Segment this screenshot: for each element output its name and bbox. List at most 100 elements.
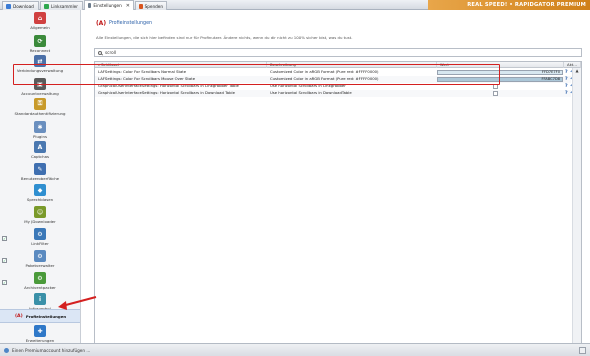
sidebar-item-label: Reconnect: [29, 48, 51, 53]
archive-icon: ⚙: [34, 272, 46, 284]
sidebar-item-label: Captchas: [30, 154, 50, 159]
setting-description: Use horizontal Scrollbars in Linkgrabber: [270, 83, 346, 88]
sidebar-item-package[interactable]: ⚙ Paketverwalter: [0, 250, 80, 268]
help-icon[interactable]: ?: [565, 91, 569, 96]
donate-icon: [139, 3, 143, 9]
sidebar-item-label: Plugins: [33, 134, 47, 139]
sidebar-item-advanced[interactable]: (A) Profieinstellungen: [0, 309, 80, 323]
tab-donate[interactable]: Spenden: [135, 1, 167, 10]
table-row[interactable]: GraphicalUserInterfaceSettings: Horizont…: [95, 90, 574, 97]
search-input[interactable]: scroll: [94, 48, 582, 57]
color-value-text: FFABC7D8: [541, 77, 560, 82]
status-toggle[interactable]: [579, 347, 586, 354]
advanced-icon: (A): [14, 313, 23, 319]
setting-key: GraphicalUserInterfaceSettings: Horizont…: [98, 83, 239, 88]
tab-label: Spenden: [144, 3, 163, 9]
table-row[interactable]: GraphicalUserInterfaceSettings: Horizont…: [95, 83, 574, 90]
setting-description: Customized Color in aRGB Format (Pure re…: [270, 76, 379, 81]
column-value[interactable]: Wert: [437, 62, 564, 68]
page-description: Alle Einstellungen, die sich hier befind…: [96, 35, 353, 40]
close-icon[interactable]: ✕: [126, 3, 130, 9]
setting-key: LAFSettings: Color For Scrollbars Normal…: [98, 69, 187, 74]
tab-label: Einstellungen: [93, 3, 122, 8]
boolean-checkbox[interactable]: [493, 91, 498, 96]
sidebar-item-account[interactable]: ▣ Accountverwaltung: [0, 78, 80, 96]
tab-linkgrabber[interactable]: Linksammler: [40, 1, 83, 10]
sidebar-item-label: LinkFilter: [31, 241, 49, 246]
boolean-checkbox[interactable]: [493, 84, 498, 89]
sidebar-item-label: Standardauthentifizierung: [14, 111, 66, 116]
package-icon: ⚙: [34, 250, 46, 262]
ui-icon: ✎: [34, 163, 46, 175]
enable-checkbox[interactable]: ✓: [2, 236, 7, 241]
help-icon[interactable]: ?: [565, 70, 569, 75]
captcha-icon: A: [34, 141, 46, 153]
help-icon[interactable]: ?: [565, 77, 569, 82]
key-icon: ⚿: [34, 98, 46, 110]
column-key[interactable]: ▾ Schlüssel: [95, 62, 267, 68]
search-value: scroll: [105, 50, 117, 55]
table-row[interactable]: LAFSettings: Color For Scrollbars Mouse …: [95, 76, 574, 83]
extensions-icon: ✚: [34, 325, 46, 337]
sidebar-item-archive[interactable]: ⚙ Archiventpacker: [0, 272, 80, 290]
setting-key: LAFSettings: Color For Scrollbars Mouse …: [98, 76, 196, 81]
search-icon: [98, 50, 102, 55]
account-icon: ▣: [34, 78, 46, 90]
table-header: ▾ Schlüssel Beschreibung Wert Akt...: [95, 62, 581, 68]
setting-description: Use horizontal Scrollbars in DownloadTab…: [270, 90, 352, 95]
setting-key: GraphicalUserInterfaceSettings: Horizont…: [98, 90, 235, 95]
setting-description: Customized Color in aRGB Format (Pure re…: [270, 69, 379, 74]
advanced-settings-panel: (A) Profieinstellungen Alle Einstellunge…: [82, 10, 590, 344]
page-header: (A) Profieinstellungen: [96, 19, 152, 28]
sidebar-item-label: Archiventpacker: [24, 285, 56, 290]
sidebar-item-home[interactable]: ⌂ Allgemein: [0, 12, 80, 30]
home-icon: ⌂: [34, 12, 46, 24]
sidebar-item-label: Benutzeroberfläche: [20, 176, 60, 181]
settings-table: ▾ Schlüssel Beschreibung Wert Akt... LAF…: [94, 61, 582, 344]
network-icon: ⇄: [34, 55, 46, 67]
premium-banner[interactable]: REAL SPEED! • RAPIDGATOR PREMIUM: [428, 0, 590, 10]
bubble-icon: ◆: [34, 184, 46, 196]
sidebar-item-network[interactable]: ⇄ Verbindungsverwaltung: [0, 55, 80, 73]
page-title: Profieinstellungen: [109, 21, 153, 26]
info-icon: i: [34, 293, 46, 305]
settings-sidebar: ⌂ Allgemein ⟳ Reconnect ⇄ Verbindungsverwaltu…: [0, 10, 81, 343]
sidebar-item-label: Profieinstellungen: [25, 314, 67, 319]
table-scrollbar[interactable]: ▲: [572, 68, 581, 344]
sidebar-item-myjd[interactable]: ☺ My JDownloader: [0, 206, 80, 224]
tab-label: Download: [13, 3, 34, 9]
column-description[interactable]: Beschreibung: [267, 62, 437, 68]
color-value-field[interactable]: FFD7E7F0: [437, 69, 563, 75]
download-icon: [6, 3, 11, 9]
tab-download[interactable]: Download: [2, 1, 39, 10]
sidebar-item-bubble[interactable]: ◆ Sprechblasen: [0, 184, 80, 202]
sidebar-item-ui[interactable]: ✎ Benutzeroberfläche: [0, 163, 80, 181]
advanced-icon: (A): [95, 20, 107, 27]
sidebar-item-captcha[interactable]: A Captchas: [0, 141, 80, 159]
tab-settings[interactable]: Einstellungen ✕: [84, 0, 134, 10]
sidebar-item-label: My JDownloader: [24, 219, 56, 224]
sidebar-item-reconnect[interactable]: ⟳ Reconnect: [0, 35, 80, 53]
sidebar-item-label: Paketverwalter: [25, 263, 55, 268]
status-text[interactable]: Einen Premiumaccount hinzufügen ...: [12, 348, 90, 353]
help-icon[interactable]: ?: [565, 84, 569, 89]
color-value-field[interactable]: FFABC7D8: [437, 76, 563, 82]
linkfilter-icon: ⚙: [34, 228, 46, 240]
scroll-up-icon[interactable]: ▲: [573, 68, 581, 74]
account-add-icon[interactable]: [4, 347, 9, 353]
color-value-text: FFD7E7F0: [541, 70, 560, 75]
sidebar-item-label: Sprechblasen: [26, 197, 54, 202]
status-bar: Einen Premiumaccount hinzufügen ...: [0, 343, 590, 356]
reconnect-icon: ⟳: [34, 35, 46, 47]
enable-checkbox[interactable]: ✓: [2, 280, 7, 285]
tab-bar: Download Linksammler Einstellungen ✕ Spe…: [0, 0, 590, 10]
linkgrabber-icon: [44, 3, 49, 9]
myjd-icon: ☺: [34, 206, 46, 218]
sidebar-item-extensions[interactable]: ✚ Erweiterungen: [0, 325, 80, 343]
sidebar-item-linkfilter[interactable]: ⚙ LinkFilter: [0, 228, 80, 246]
settings-icon: [88, 3, 92, 8]
table-row[interactable]: LAFSettings: Color For Scrollbars Normal…: [95, 69, 574, 76]
enable-checkbox[interactable]: ✓: [2, 258, 7, 263]
sidebar-item-plugin[interactable]: ✱ Plugins: [0, 121, 80, 139]
sidebar-item-key[interactable]: ⚿ Standardauthentifizierung: [0, 98, 80, 116]
